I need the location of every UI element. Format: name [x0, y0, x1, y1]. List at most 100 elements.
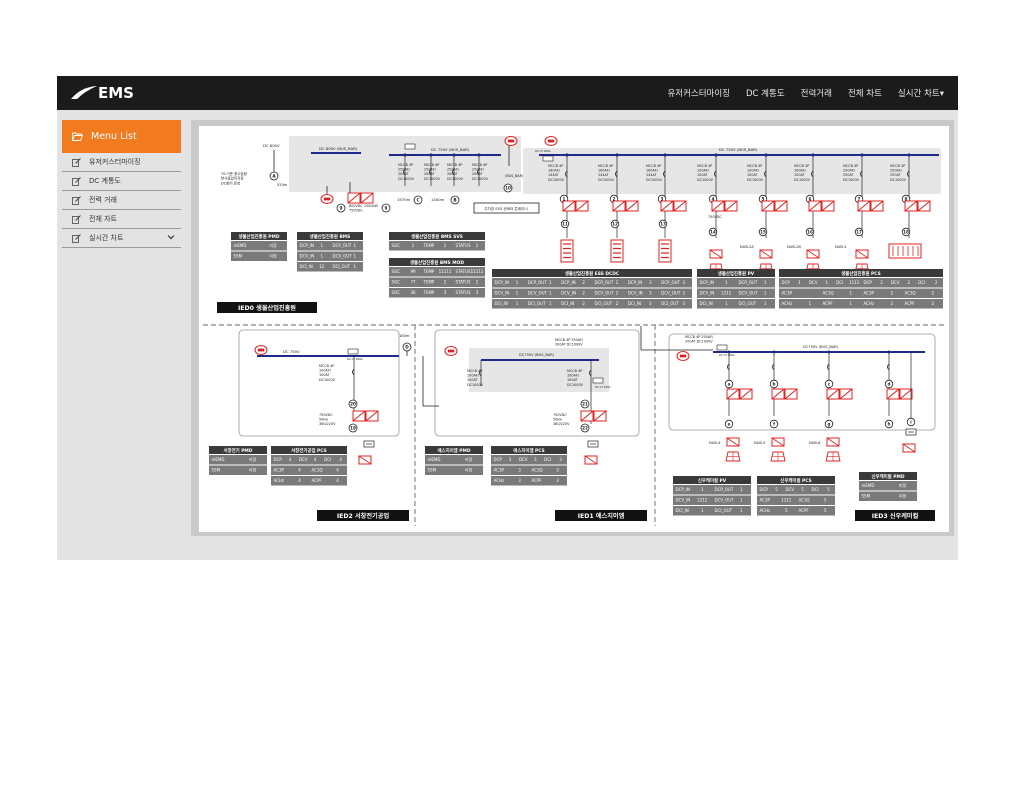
node-number: B [453, 198, 456, 203]
edit-icon [72, 233, 81, 243]
node-number: C [416, 198, 419, 203]
pmd1-table-cell: mEMD [428, 457, 441, 462]
pcs0-table-cell: DCV [891, 280, 900, 285]
bus-node [887, 350, 891, 354]
sidebar-item-label: 전체 차트 [89, 215, 117, 223]
pcs2-table-cell: DCV [299, 457, 308, 462]
pcs0-table-cell: 1111 [849, 280, 860, 285]
bus-node [772, 350, 776, 354]
nav-power-trading[interactable]: 전력거래 [801, 87, 832, 99]
pcs3-table-row [757, 485, 835, 495]
node-number: D [405, 345, 409, 350]
breaker-icon-bar [447, 349, 455, 353]
pcs0-table-cell: DCV [809, 280, 818, 285]
pcs2-table-cell: DCI [324, 457, 331, 462]
diagram-label: MCCB 4P 250AF/ [555, 338, 584, 342]
bms-mod-table-title: 생물산업진흥원 BMS MOD [410, 259, 464, 266]
pcs0-table-cell: DCP [782, 280, 791, 285]
edit-icon [72, 214, 81, 224]
mccb-spec: 144AT [598, 173, 610, 177]
mccb-spec: 250AF/ [890, 169, 903, 173]
sidebar-item-all-charts[interactable]: 전체 차트 [62, 210, 181, 229]
diagram-label: DC CT 200A [719, 353, 735, 357]
bms-table-cell: DCP_OUT [333, 243, 352, 248]
node-number: 11 [562, 222, 568, 227]
diagram-label: 1400m [431, 197, 445, 202]
pmd1-table-cell: SSM [428, 468, 437, 473]
ess-dcdc-table-cell: 2 [616, 291, 619, 296]
nav-dc-diagram[interactable]: DC 계통도 [746, 87, 785, 99]
bms-mod-table-cell: 2 [476, 280, 479, 285]
diagram-label: 380/220V [319, 422, 336, 426]
diagram-label: NUB-5 [754, 441, 765, 445]
mccb-spec: 100AF/ [794, 169, 807, 173]
bms-mod-table-row [389, 277, 485, 287]
bms-table-cell: 1 [353, 264, 356, 269]
bms-table-cell: DCV_OUT [333, 254, 353, 259]
diagram-label: MCCB 4P [567, 369, 582, 373]
pcs0-table-cell: AC3Q [823, 291, 834, 296]
mccb-spec: 200AT [424, 172, 436, 176]
bms-table-cell: DCI_OUT [333, 264, 351, 269]
mccb-spec: MCCB 4P [598, 164, 613, 168]
mccb-spec: DC1000V [447, 177, 464, 181]
folder-open-icon [72, 132, 83, 141]
pcs1-table-cell: 3 [518, 468, 521, 473]
pcs0-table-cell: 1 [849, 291, 852, 296]
node-number: 15 [760, 230, 766, 235]
nav-user-customizing[interactable]: 유저커스터마이징 [667, 87, 730, 99]
pv0-table-cell: 1 [764, 280, 767, 285]
sidebar-item-label: 실시간 차트 [89, 234, 124, 242]
nav-all-charts[interactable]: 전체 차트 [848, 87, 882, 99]
diagram-label: NUB-2A [740, 245, 754, 249]
sidebar-item-user-customizing[interactable]: 유저커스터마이징 [62, 153, 181, 172]
edit-icon [72, 195, 81, 205]
diagram-label: 200AT DC1000V [685, 340, 713, 344]
pcs2-table-cell: 4 [298, 468, 301, 473]
sidebar-item-dc-diagram[interactable]: DC 계통도 [62, 172, 181, 191]
mccb-spec: 200AT [447, 172, 459, 176]
pcs2-table-row [271, 455, 347, 465]
mccb-spec: 144AT [646, 173, 658, 177]
pcs3-table-title: 신우케미컬 PCS [780, 477, 811, 484]
ess-dcdc-table-cell: 3 [682, 301, 685, 306]
mccb-spec: MCCB 4P [890, 164, 905, 168]
pcs0-table-cell: ACHz [782, 301, 793, 306]
pcs1-table-cell: 3 [509, 457, 512, 462]
pmd2-table-cell: 미정 [249, 456, 257, 462]
ess-dcdc-table-cell: 1 [516, 291, 519, 296]
bms-table-cell: DCP_IN [300, 243, 314, 248]
t0-note: T0:기준 충수압량 [220, 171, 248, 176]
nav-realtime-charts[interactable]: 실시간 차트▾ [898, 87, 944, 99]
diagram-panel: DC 800V (BUS_BAR) DC 800V A 520m T0:기준 충수압량 분… [191, 120, 954, 536]
pv0-table-cell: 1 [764, 291, 767, 296]
dcct-icon [592, 377, 604, 384]
pv0-table-cell: 1 [725, 280, 728, 285]
sidebar-item-realtime-charts[interactable]: 실시간 차트 [62, 229, 181, 248]
t0-note: 분사종압까지정 [221, 176, 244, 181]
ess-dcdc-table-cell: DCP_IN [561, 280, 575, 285]
dc750-bus-label: DC 750V (BUS_BAR) [431, 147, 470, 152]
bms-svs-table-cell: 1 [476, 243, 479, 248]
pv3-table-cell: 1 [701, 487, 704, 492]
diagram-label: 100AF/ [319, 369, 332, 373]
pcs2-table-cell: DCP [274, 457, 283, 462]
pcs1-table-cell: 3 [556, 468, 559, 473]
node-number: 21 [582, 402, 588, 407]
node-number: 9 [385, 206, 388, 211]
bms-mod-table-cell: 36 [410, 290, 416, 295]
ems-logo[interactable]: EMS [71, 82, 134, 104]
ess-dcdc-table-cell: 2 [616, 301, 619, 306]
pv3-table-cell: DCI_OUT [715, 508, 733, 513]
pcs3-table-cell: DCP [760, 487, 769, 492]
diagram-label: 100AF/ [567, 374, 580, 378]
mccb-spec: 144AT [548, 173, 560, 177]
mccb-spec: 160AF/ [646, 169, 659, 173]
dc800-bus-label: DC 800V (BUS_BAR) [319, 146, 358, 151]
menu-list-header[interactable]: Menu List [62, 120, 181, 153]
bms-svs-table-cell: STATUS [456, 243, 471, 248]
chevron-down-icon[interactable] [167, 233, 175, 241]
mccb-spec: MCCB 4P [398, 163, 413, 167]
pcs2-table-title: 서창전기공업 PCS [291, 447, 326, 454]
sidebar-item-power-trading[interactable]: 전력 거래 [62, 191, 181, 210]
